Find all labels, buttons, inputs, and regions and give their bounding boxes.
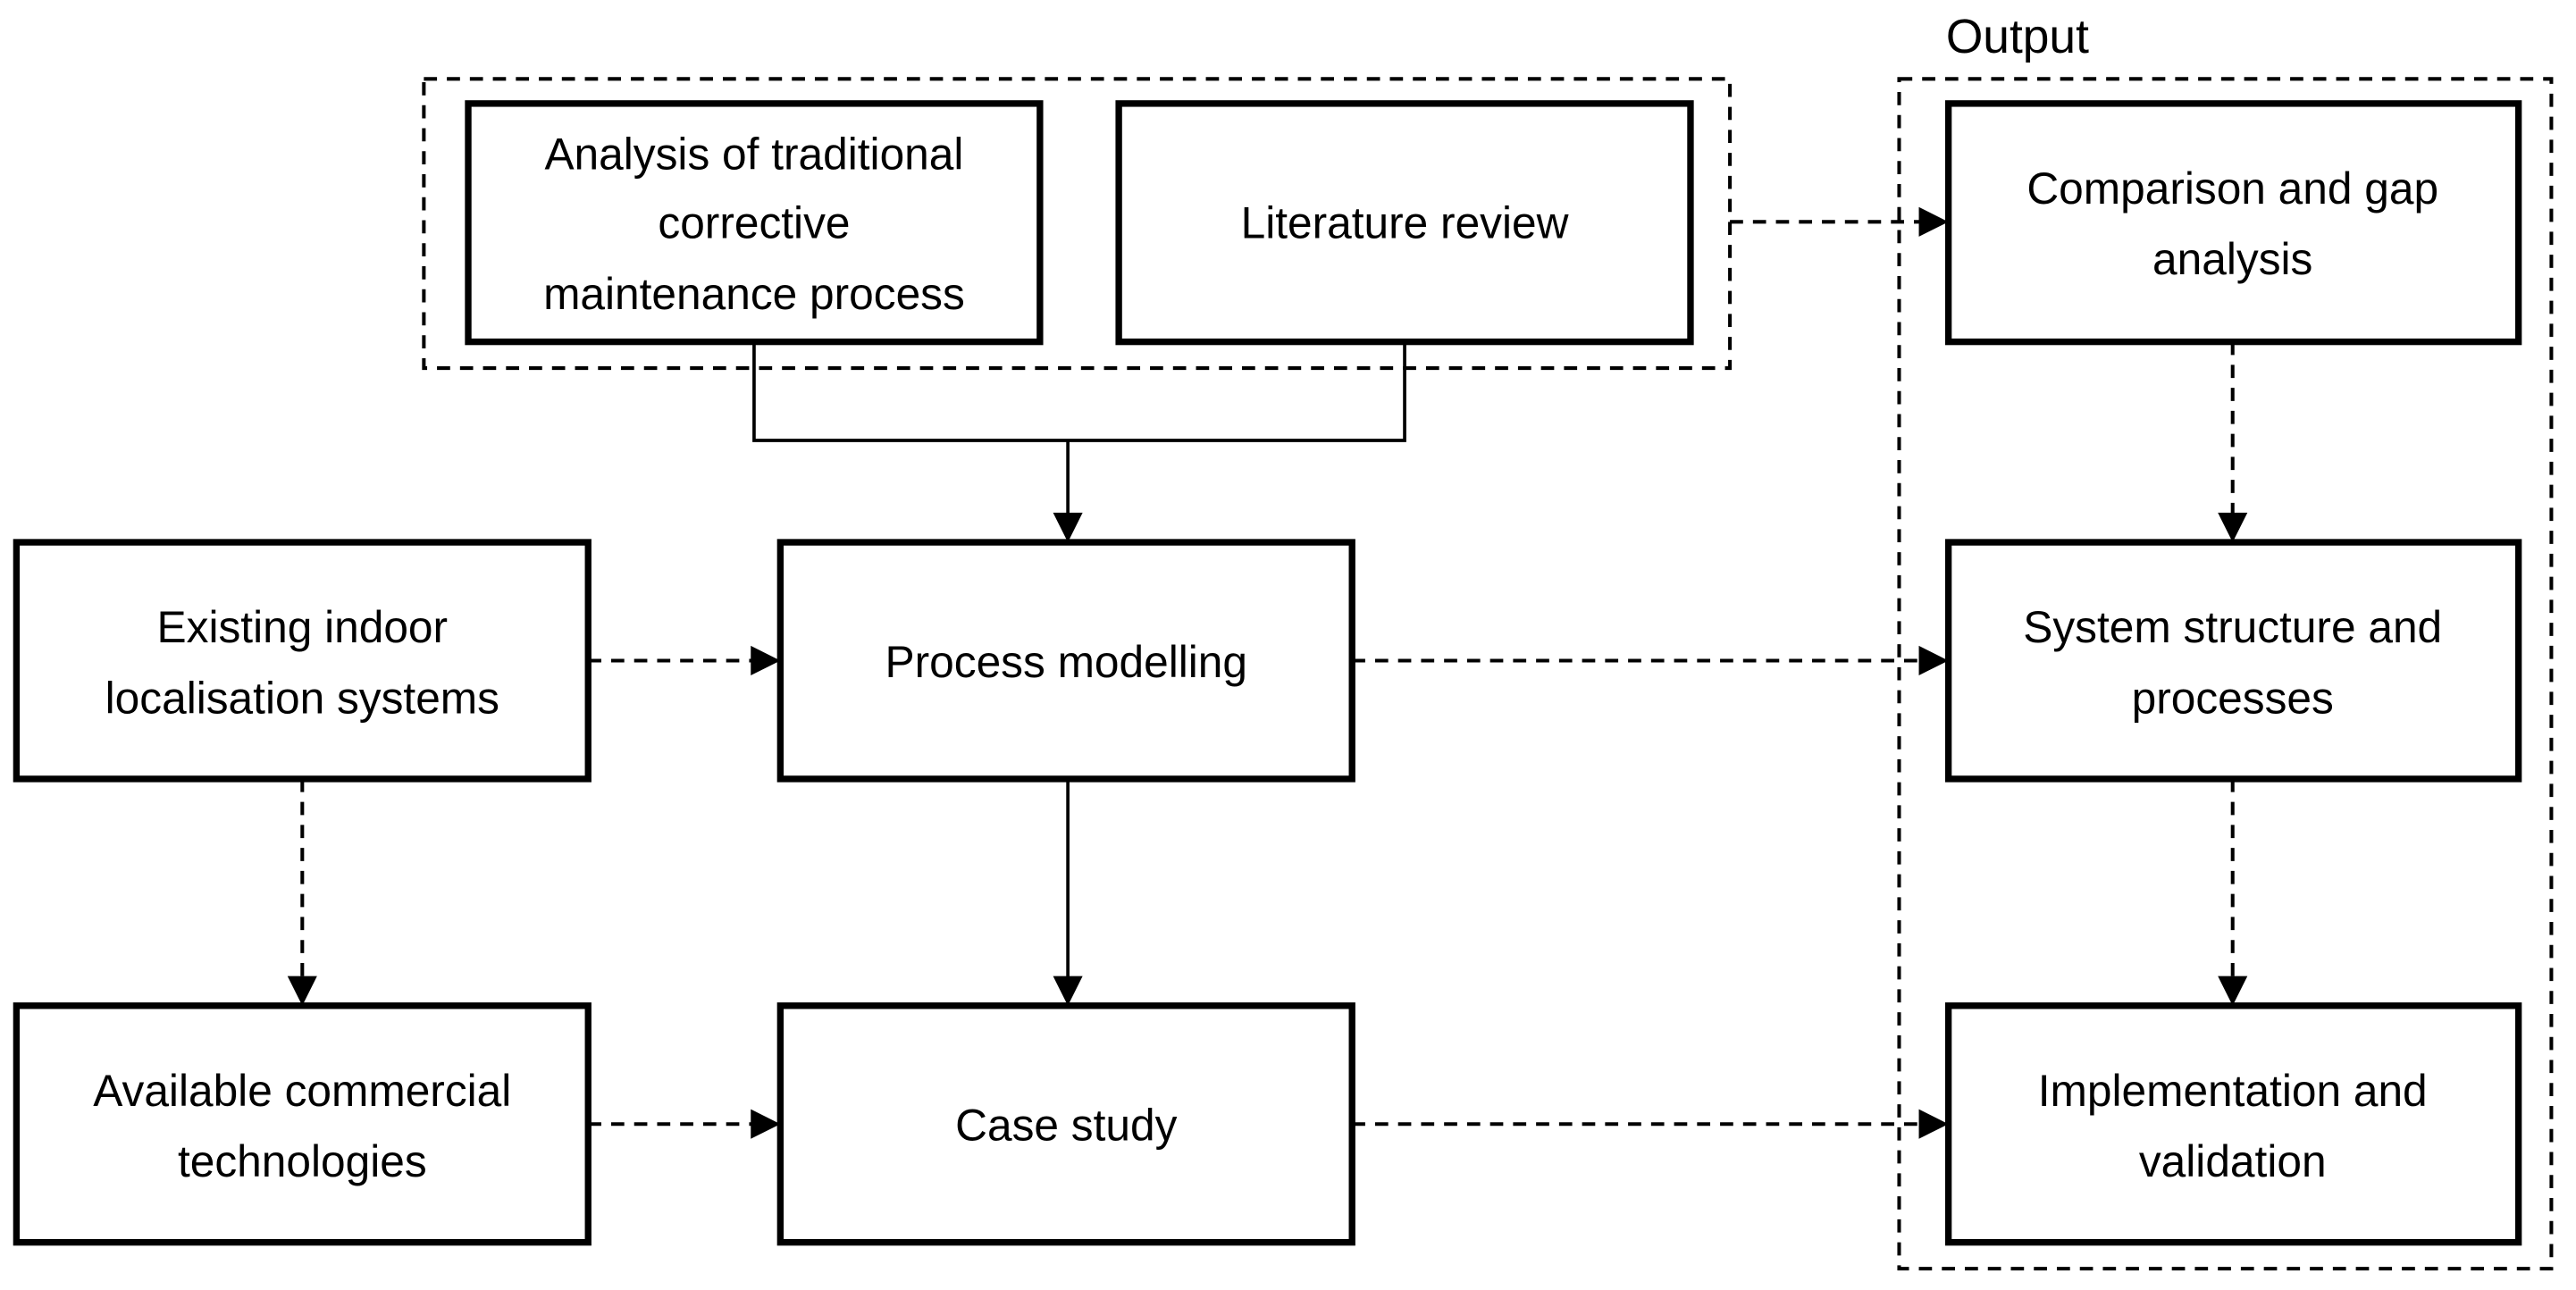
node-case-study: Case study [776,1002,1355,1246]
arrowhead-available-to-case [751,1109,781,1139]
arrowhead-to-implementation [1918,1109,1949,1139]
methodology-flow-diagram: Output Analysis of traditional correctiv… [13,11,2554,1271]
node-analysis-line-1: Analysis of traditional [544,129,963,179]
arrowhead-existing-to-available [287,976,317,1006]
node-comparison-gap-analysis: Comparison and gap analysis [1944,100,2522,346]
node-process-modelling: Process modelling [776,539,1355,783]
node-system-structure: System structure and processes [1944,539,2522,783]
arrowhead-comparison-to-system [2218,512,2248,543]
arrowhead-to-system [1918,645,1949,676]
node-analysis: Analysis of traditional corrective maint… [465,100,1044,346]
node-comparison-line-1: Comparison and gap [2026,163,2438,214]
arrowhead-existing-to-process [751,645,781,676]
node-existing-systems: Existing indoor localisation systems [13,539,592,783]
arrowhead-to-case [1053,976,1083,1006]
output-group-label: Output [1946,11,2089,63]
node-literature-review: Literature review [1115,100,1694,346]
node-analysis-line-3: maintenance process [543,269,965,319]
node-existing-systems-line-2: localisation systems [105,673,499,723]
node-analysis-line-2: corrective [658,198,850,248]
node-system-structure-line-2: processes [2132,673,2334,723]
node-comparison-line-2: analysis [2152,234,2312,284]
node-system-structure-line-1: System structure and [2023,602,2442,652]
arrowhead-system-to-implementation [2218,976,2248,1006]
node-available-technologies-line-1: Available commercial [93,1066,511,1116]
node-implementation-validation: Implementation and validation [1944,1002,2522,1246]
node-existing-systems-line-1: Existing indoor [157,602,449,652]
edge-inputs-merge [752,341,1406,442]
node-process-modelling-line-1: Process modelling [885,637,1248,687]
node-available-technologies: Available commercial technologies [13,1002,592,1246]
node-literature-review-line-1: Literature review [1241,198,1569,248]
arrowhead-to-comparison [1918,206,1949,237]
arrowhead-to-process [1053,512,1083,543]
node-implementation-line-2: validation [2139,1136,2327,1186]
node-implementation-line-1: Implementation and [2038,1066,2428,1116]
node-case-study-line-1: Case study [955,1101,1177,1151]
node-available-technologies-line-2: technologies [178,1136,427,1186]
